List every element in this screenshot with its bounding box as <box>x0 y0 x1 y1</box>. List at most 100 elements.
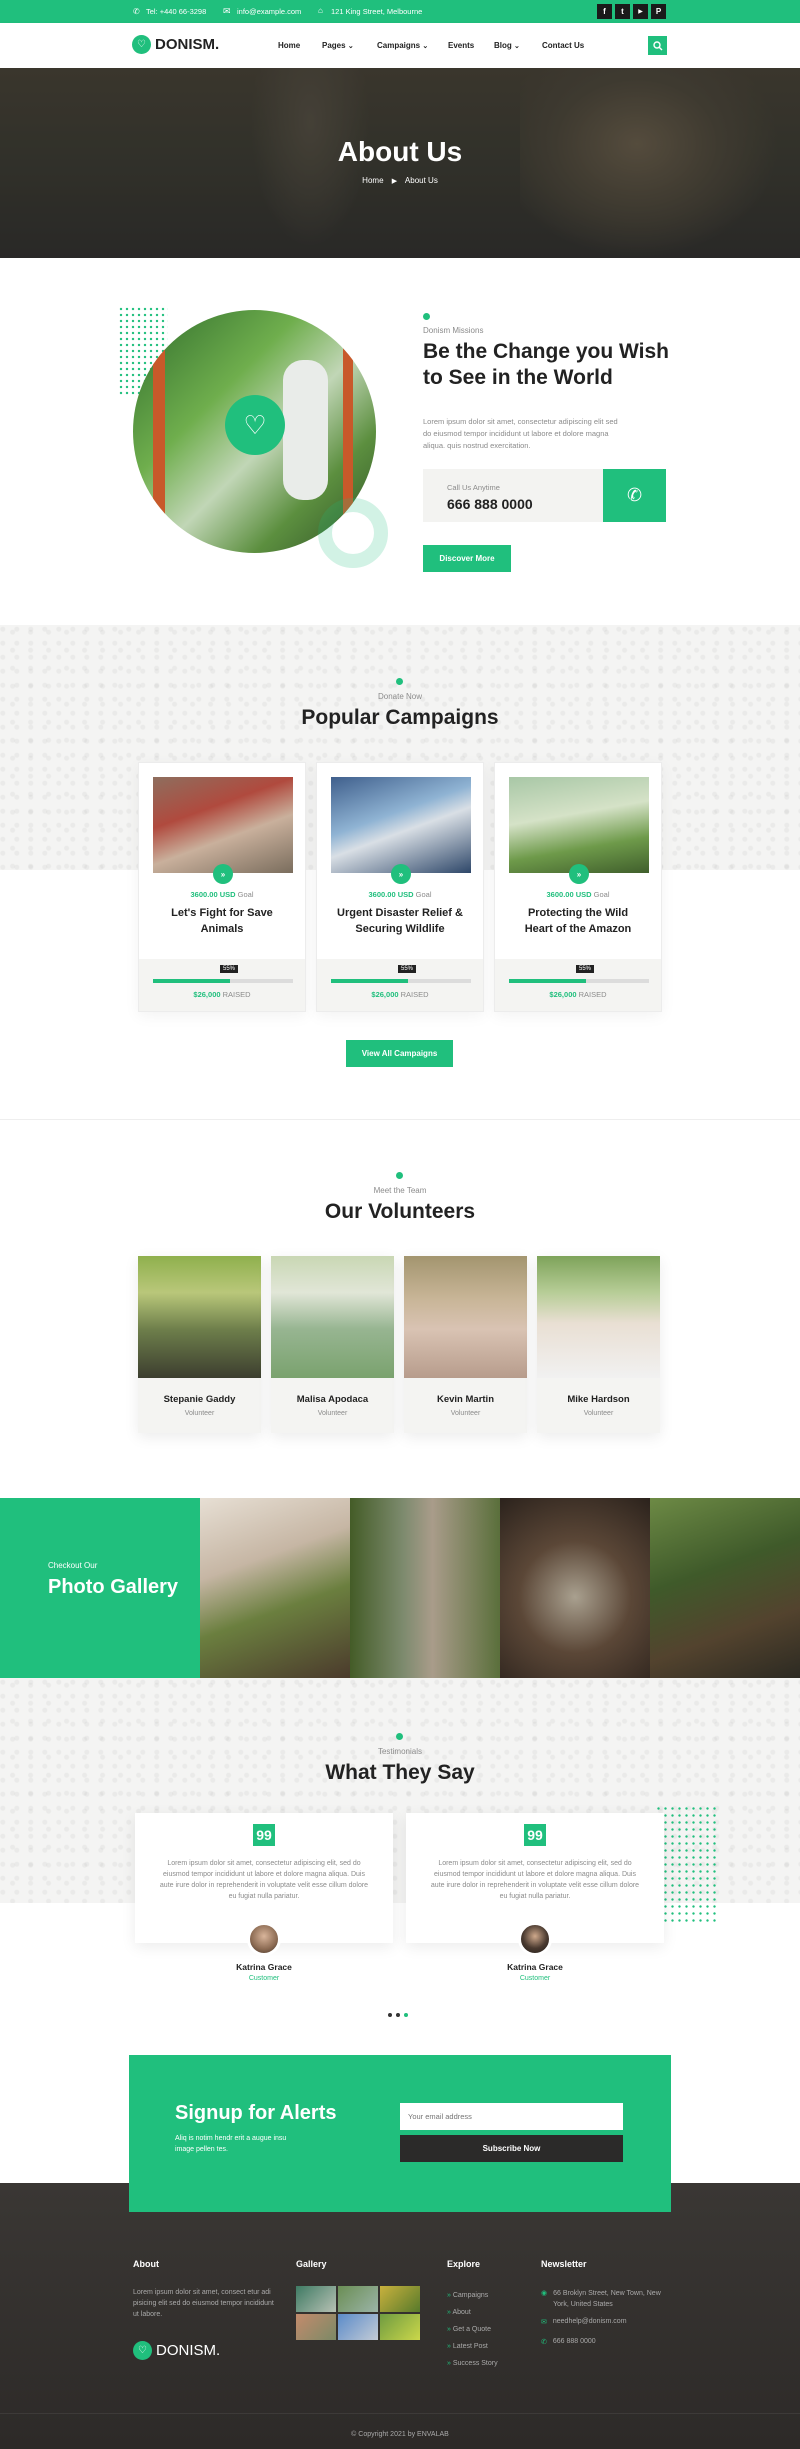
signup-body: Aliq is notim hendr erit a augue insu im… <box>175 2135 287 2153</box>
nav-home[interactable]: Home <box>278 41 322 50</box>
gallery-image[interactable] <box>200 1498 350 1678</box>
carousel-dot-active[interactable] <box>404 2013 408 2017</box>
double-chevron-icon[interactable]: » <box>213 864 233 884</box>
double-chevron-icon[interactable]: » <box>391 864 411 884</box>
footer-gallery-thumb[interactable] <box>296 2286 336 2312</box>
volunteer-role: Volunteer <box>317 1410 348 1417</box>
pinterest-icon[interactable]: P <box>651 4 666 19</box>
nav-blog-label: Blog <box>494 41 512 50</box>
call-number[interactable]: 666 888 0000 <box>447 496 533 512</box>
carousel-dot[interactable] <box>388 2013 392 2017</box>
footer-gallery-grid <box>296 2286 420 2340</box>
chevron-right-icon: » <box>447 2292 451 2299</box>
campaigns-kicker: Donate Now <box>377 692 423 701</box>
footer-link[interactable]: » Latest Post <box>447 2338 498 2355</box>
volunteer-card[interactable]: Stepanie Gaddy Volunteer <box>138 1256 261 1433</box>
call-button[interactable]: ✆ <box>603 469 666 522</box>
goal-amount: 3600.00 USD <box>546 890 592 899</box>
testimonial-text: Lorem ipsum dolor sit amet, consectetur … <box>159 1860 369 1900</box>
footer-gallery-thumb[interactable] <box>338 2314 378 2340</box>
dot-pattern <box>655 1805 717 1923</box>
top-bar: ✆ Tel: +440 66-3298 ✉ info@example.com ⌂… <box>0 0 800 23</box>
footer-link[interactable]: » Get a Quote <box>447 2321 498 2338</box>
copyright: © Copyright 2021 by ENVALAB <box>351 2431 449 2438</box>
footer-about-text: Lorem ipsum dolor sit amet, consect etur… <box>133 2289 274 2318</box>
volunteer-name: Stepanie Gaddy <box>163 1394 236 1405</box>
testimonial-name: Katrina Grace <box>507 1962 563 1972</box>
footer-link[interactable]: » About <box>447 2304 498 2321</box>
footer-gallery-thumb[interactable] <box>338 2286 378 2312</box>
footer-logo[interactable]: ♡ DONISM. <box>133 2341 220 2360</box>
double-chevron-icon[interactable]: » <box>569 864 589 884</box>
volunteer-card[interactable]: Malisa Apodaca Volunteer <box>271 1256 394 1433</box>
youtube-icon[interactable]: ▶ <box>633 4 648 19</box>
logo[interactable]: ♡ DONISM. <box>132 35 219 54</box>
campaign-title[interactable]: Let's Fight for Save Animals <box>139 905 305 937</box>
goal-amount: 3600.00 USD <box>368 890 414 899</box>
topbar-email[interactable]: info@example.com <box>237 7 301 16</box>
kicker-dot <box>396 678 403 685</box>
footer-link[interactable]: » Success Story <box>447 2355 498 2372</box>
nav-blog[interactable]: Blog ⌄ <box>494 41 542 50</box>
campaign-footer: 55% $26,000 RAISED <box>317 959 483 1011</box>
carousel-dot[interactable] <box>396 2013 400 2017</box>
view-all-campaigns-button[interactable]: View All Campaigns <box>346 1040 453 1067</box>
raised-amount: $26,000 <box>193 990 221 999</box>
testimonials-kicker: Testimonials <box>377 1747 422 1756</box>
page-title: About Us <box>337 136 463 167</box>
campaign-raised: $26,000 RAISED <box>317 990 483 999</box>
signup-box: Signup for Alerts Aliq is notim hendr er… <box>129 2055 671 2212</box>
gallery-image[interactable] <box>650 1498 800 1678</box>
volunteer-name: Malisa Apodaca <box>296 1394 369 1405</box>
footer-phone[interactable]: 666 888 0000 <box>553 2338 596 2346</box>
footer-link[interactable]: » Campaigns <box>447 2287 498 2304</box>
campaign-title[interactable]: Urgent Disaster Relief & Securing Wildli… <box>317 905 483 937</box>
campaign-image <box>153 777 293 873</box>
nav-campaigns-label: Campaigns <box>377 41 421 50</box>
mission-image-accent <box>318 498 388 568</box>
testimonials-title: What They Say <box>325 1761 475 1784</box>
nav-pages[interactable]: Pages ⌄ <box>322 41 377 50</box>
twitter-icon[interactable]: t <box>615 4 630 19</box>
volunteer-card[interactable]: Mike Hardson Volunteer <box>537 1256 660 1433</box>
shelf-left <box>153 310 165 553</box>
topbar-address: 121 King Street, Melbourne <box>331 7 423 16</box>
breadcrumb-home[interactable]: Home <box>362 176 383 185</box>
volunteer-photo <box>537 1256 660 1378</box>
campaign-raised: $26,000 RAISED <box>139 990 305 999</box>
footer-gallery-thumb[interactable] <box>296 2314 336 2340</box>
topbar-phone[interactable]: Tel: +440 66-3298 <box>146 7 206 16</box>
raised-word: RAISED <box>578 990 607 999</box>
subscribe-button[interactable]: Subscribe Now <box>400 2135 623 2162</box>
goal-word: Goal <box>237 890 254 899</box>
footer-about-title: About <box>133 2259 159 2269</box>
discover-more-button[interactable]: Discover More <box>423 545 511 572</box>
volunteer-role: Volunteer <box>450 1410 481 1417</box>
chevron-right-icon: ▶ <box>391 178 398 185</box>
nav-contact[interactable]: Contact Us <box>542 41 584 50</box>
footer-gallery-thumb[interactable] <box>380 2314 420 2340</box>
volunteer-card[interactable]: Kevin Martin Volunteer <box>404 1256 527 1433</box>
campaigns-title: Popular Campaigns <box>301 706 499 729</box>
mission-title-line-2: to See in the World <box>423 366 613 389</box>
nav-pages-label: Pages <box>322 41 346 50</box>
logo-icon: ♡ <box>133 2341 152 2360</box>
campaign-card[interactable]: » 3600.00 USD Goal Protecting the Wild H… <box>494 762 662 1012</box>
campaign-card[interactable]: » 3600.00 USD Goal Let's Fight for Save … <box>138 762 306 1012</box>
nav-campaigns[interactable]: Campaigns ⌄ <box>377 41 448 50</box>
nav-events[interactable]: Events <box>448 41 494 50</box>
gallery-image[interactable] <box>350 1498 500 1678</box>
footer-email[interactable]: needhelp@donism.com <box>553 2318 627 2326</box>
campaign-image <box>331 777 471 873</box>
progress-fill <box>331 979 408 983</box>
email-field[interactable] <box>400 2103 623 2130</box>
search-button[interactable] <box>648 36 667 55</box>
facebook-icon[interactable]: f <box>597 4 612 19</box>
gallery-intro: Checkout Our Photo Gallery <box>0 1498 200 1678</box>
campaign-card[interactable]: » 3600.00 USD Goal Urgent Disaster Relie… <box>316 762 484 1012</box>
gallery-image[interactable] <box>500 1498 650 1678</box>
mission-title: Be the Change you Wish to See in the Wor… <box>423 339 669 391</box>
footer-gallery-thumb[interactable] <box>380 2286 420 2312</box>
campaign-title[interactable]: Protecting the Wild Heart of the Amazon <box>495 905 661 937</box>
raised-word: RAISED <box>400 990 429 999</box>
